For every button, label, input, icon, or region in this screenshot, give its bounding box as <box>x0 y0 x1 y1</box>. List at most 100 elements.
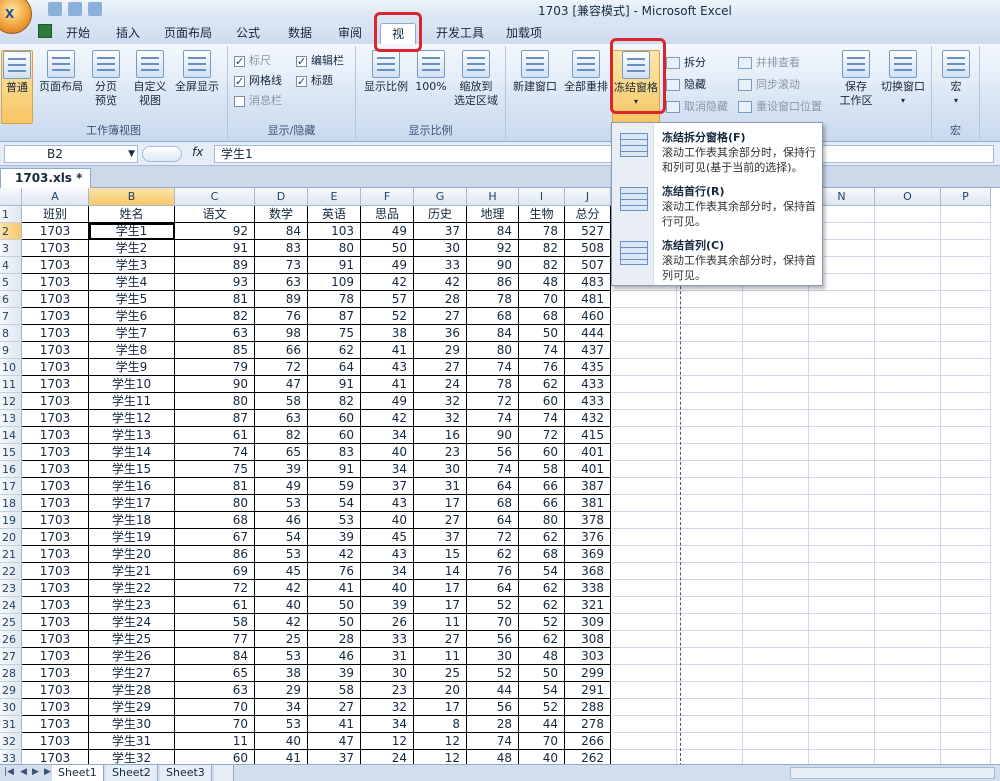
cell[interactable]: 学生22 <box>89 580 175 597</box>
cell[interactable] <box>677 325 743 342</box>
cell[interactable] <box>941 410 991 427</box>
cell[interactable]: 46 <box>255 512 308 529</box>
gridlines-checkbox[interactable]: 网格线 <box>234 72 282 91</box>
cell[interactable]: 28 <box>414 291 467 308</box>
cell[interactable]: 74 <box>467 410 519 427</box>
cell[interactable] <box>941 733 991 750</box>
cell[interactable]: 英语 <box>308 206 361 223</box>
cell[interactable]: 93 <box>175 274 255 291</box>
cell[interactable]: 54 <box>255 529 308 546</box>
sheet-tab-3[interactable]: Sheet3 <box>160 765 212 781</box>
cell[interactable]: 72 <box>255 359 308 376</box>
cell[interactable]: 68 <box>519 546 565 563</box>
cell[interactable]: 1703 <box>22 529 89 546</box>
cell[interactable] <box>611 461 677 478</box>
cell[interactable] <box>809 359 875 376</box>
row-header[interactable]: 22 <box>0 563 22 580</box>
cell[interactable] <box>743 733 809 750</box>
cell[interactable]: 53 <box>308 512 361 529</box>
row-header[interactable]: 28 <box>0 665 22 682</box>
cell[interactable]: 17 <box>414 580 467 597</box>
cell[interactable] <box>611 308 677 325</box>
new-window-button[interactable]: 新建窗口 <box>510 50 560 94</box>
cell[interactable] <box>809 699 875 716</box>
cell[interactable]: 28 <box>308 631 361 648</box>
cell[interactable] <box>611 359 677 376</box>
cell[interactable]: 17 <box>414 699 467 716</box>
cell[interactable]: 学生24 <box>89 614 175 631</box>
cell[interactable]: 学生23 <box>89 597 175 614</box>
cell[interactable] <box>941 240 991 257</box>
cell[interactable]: 16 <box>414 427 467 444</box>
cell[interactable]: 学生4 <box>89 274 175 291</box>
cell[interactable]: 62 <box>519 376 565 393</box>
cell[interactable]: 1703 <box>22 546 89 563</box>
cell[interactable]: 70 <box>519 733 565 750</box>
cell[interactable]: 58 <box>255 393 308 410</box>
cell[interactable]: 36 <box>414 325 467 342</box>
cell[interactable] <box>809 563 875 580</box>
tab-developer[interactable]: 开发工具 <box>430 23 490 44</box>
cell[interactable] <box>875 682 941 699</box>
cell[interactable]: 学生6 <box>89 308 175 325</box>
cell[interactable] <box>941 427 991 444</box>
cell[interactable] <box>941 699 991 716</box>
cell[interactable]: 24 <box>361 750 414 764</box>
column-header-b[interactable]: B <box>89 188 175 206</box>
cell[interactable]: 91 <box>175 240 255 257</box>
cell[interactable] <box>941 359 991 376</box>
cell[interactable]: 85 <box>175 342 255 359</box>
cell[interactable]: 483 <box>565 274 611 291</box>
cell[interactable]: 34 <box>361 427 414 444</box>
cell[interactable]: 56 <box>467 444 519 461</box>
hide-button[interactable]: 隐藏 <box>666 76 706 94</box>
cell[interactable] <box>875 393 941 410</box>
cell[interactable]: 90 <box>467 427 519 444</box>
cell[interactable] <box>611 733 677 750</box>
cell[interactable]: 74 <box>519 410 565 427</box>
cell[interactable]: 42 <box>361 274 414 291</box>
cell[interactable] <box>611 410 677 427</box>
cell[interactable]: 学生17 <box>89 495 175 512</box>
cell[interactable]: 45 <box>255 563 308 580</box>
cell[interactable] <box>941 716 991 733</box>
sheet-tab-2[interactable]: Sheet2 <box>106 765 158 781</box>
cell[interactable]: 1703 <box>22 359 89 376</box>
cell[interactable]: 50 <box>308 614 361 631</box>
cell[interactable]: 86 <box>175 546 255 563</box>
cell[interactable]: 50 <box>361 240 414 257</box>
cell[interactable]: 17 <box>414 495 467 512</box>
cell[interactable] <box>677 393 743 410</box>
cell[interactable] <box>743 359 809 376</box>
cell[interactable]: 74 <box>467 733 519 750</box>
cell[interactable] <box>809 495 875 512</box>
cell[interactable] <box>875 512 941 529</box>
cell[interactable]: 527 <box>565 223 611 240</box>
cell[interactable]: 40 <box>255 597 308 614</box>
cell[interactable]: 103 <box>308 223 361 240</box>
cell[interactable] <box>611 648 677 665</box>
cell[interactable] <box>611 597 677 614</box>
cell[interactable] <box>743 444 809 461</box>
cell[interactable] <box>677 699 743 716</box>
tab-insert[interactable]: 插入 <box>110 23 146 44</box>
row-header[interactable]: 10 <box>0 359 22 376</box>
cell[interactable]: 59 <box>308 478 361 495</box>
cell[interactable] <box>809 410 875 427</box>
cell[interactable]: 308 <box>565 631 611 648</box>
insert-sheet-icon[interactable] <box>214 765 234 781</box>
cell[interactable]: 49 <box>361 393 414 410</box>
cell[interactable]: 语文 <box>175 206 255 223</box>
cell[interactable]: 50 <box>519 325 565 342</box>
cell[interactable] <box>677 648 743 665</box>
cell[interactable]: 27 <box>414 308 467 325</box>
cell[interactable]: 60 <box>519 444 565 461</box>
cell[interactable] <box>875 597 941 614</box>
cell[interactable] <box>941 614 991 631</box>
cell[interactable]: 1703 <box>22 376 89 393</box>
cell[interactable] <box>941 325 991 342</box>
cell[interactable]: 39 <box>255 461 308 478</box>
cell[interactable]: 60 <box>308 410 361 427</box>
cell[interactable]: 72 <box>175 580 255 597</box>
cell[interactable]: 数学 <box>255 206 308 223</box>
